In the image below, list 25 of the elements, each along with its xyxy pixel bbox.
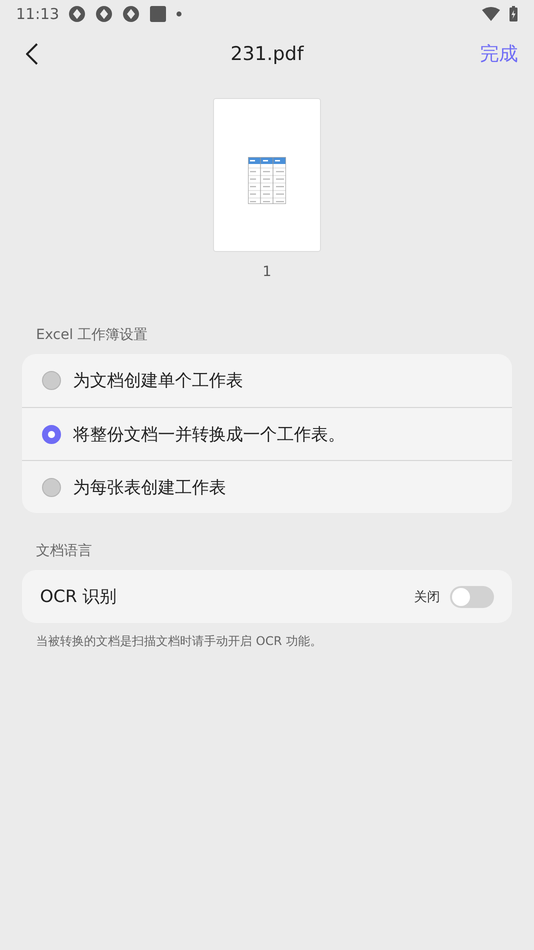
option-row[interactable]: 为每张表创建工作表 bbox=[22, 460, 512, 513]
aperture-icon bbox=[122, 5, 140, 23]
aperture-icon bbox=[68, 5, 86, 23]
hint-text: 当被转换的文档是扫描文档时请手动开启 OCR 功能。 bbox=[35, 633, 323, 650]
radio-button[interactable] bbox=[42, 424, 61, 444]
page-number: 1 bbox=[262, 264, 272, 280]
back-icon bbox=[26, 43, 38, 65]
wifi-icon bbox=[482, 7, 500, 21]
table-drawing bbox=[248, 157, 286, 205]
square-icon bbox=[149, 5, 168, 23]
radio-button[interactable] bbox=[42, 478, 61, 496]
ocr-label: OCR 识别 bbox=[40, 586, 116, 608]
toggle-state-text: 关闭 bbox=[414, 588, 440, 606]
option-row[interactable]: 将整份文档一并转换成一个工作表。 bbox=[22, 407, 512, 460]
option-row[interactable]: 为文档创建单个工作表 bbox=[22, 354, 512, 407]
aperture-icon bbox=[95, 5, 114, 23]
page-thumbnail[interactable] bbox=[213, 98, 321, 252]
ocr-toggle[interactable] bbox=[450, 586, 494, 608]
section-label: 文档语言 bbox=[35, 542, 93, 560]
status-time: 11:13 bbox=[16, 5, 60, 23]
section-label: Excel 工作簿设置 bbox=[35, 326, 149, 344]
battery-icon bbox=[509, 6, 518, 22]
radio-button[interactable] bbox=[42, 371, 61, 390]
dot-icon bbox=[176, 11, 182, 17]
file-title: 231.pdf bbox=[230, 43, 304, 65]
